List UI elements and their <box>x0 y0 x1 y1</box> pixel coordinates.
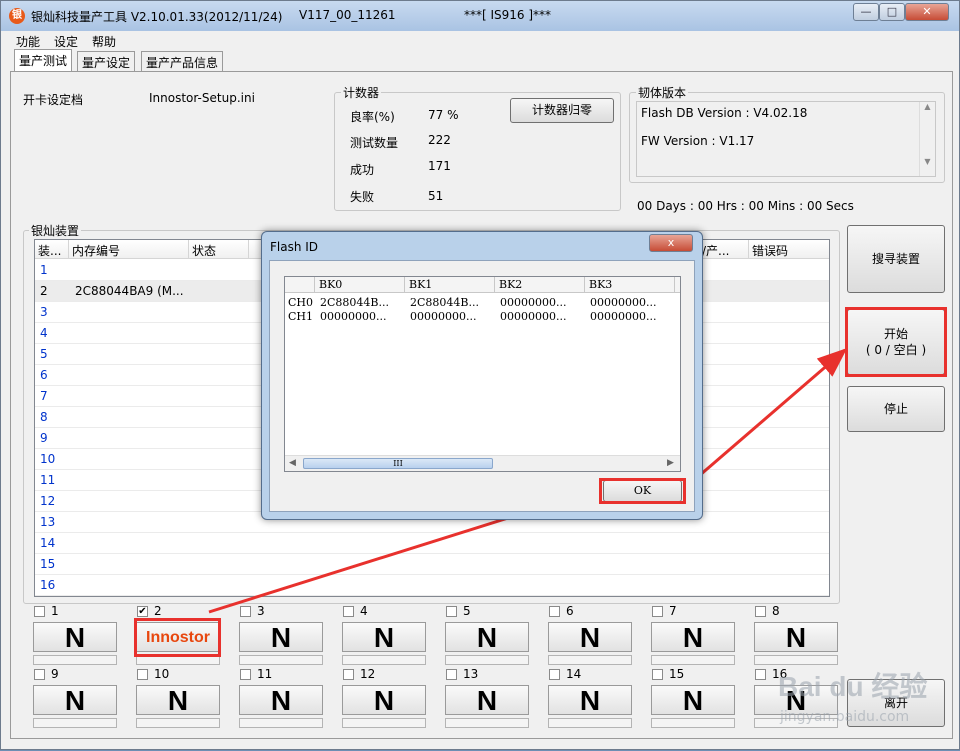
grid-col-bk1[interactable]: BK1 <box>405 277 495 293</box>
dialog-title: Flash ID <box>270 240 319 254</box>
grid-col-extra <box>675 277 680 293</box>
scroll-thumb[interactable]: III <box>303 458 493 469</box>
grid-corner <box>285 277 315 293</box>
grid-row-label: CH0 <box>288 296 314 309</box>
grid-cell: 00000000... <box>590 296 657 309</box>
watermark-brand: Bai du 经验 <box>778 671 928 702</box>
grid-row-label: CH1 <box>288 310 314 323</box>
scroll-right-icon[interactable]: ▶ <box>667 458 674 468</box>
arrow-to-start <box>684 348 848 490</box>
flash-id-dialog: Flash ID x BK0 BK1 BK2 BK3 CH0 2C88044B.… <box>261 231 703 520</box>
grid-col-bk3[interactable]: BK3 <box>585 277 675 293</box>
main-window: 银 银灿科技量产工具 V2.10.01.33(2012/11/24) V117_… <box>0 0 960 750</box>
dialog-body: BK0 BK1 BK2 BK3 CH0 2C88044B... 2C88044B… <box>269 260 695 512</box>
scroll-left-icon[interactable]: ◀ <box>289 458 296 468</box>
grid-col-bk2[interactable]: BK2 <box>495 277 585 293</box>
grid-cell: 00000000... <box>500 296 567 309</box>
flash-id-grid[interactable]: BK0 BK1 BK2 BK3 CH0 2C88044B... 2C88044B… <box>284 276 681 472</box>
grid-cell: 00000000... <box>500 310 567 323</box>
grid-cell: 2C88044B... <box>410 296 479 309</box>
baidu-watermark: Bai du 经验 jingyan.baidu.com <box>738 653 938 733</box>
grid-col-bk0[interactable]: BK0 <box>315 277 405 293</box>
grid-cell: 00000000... <box>410 310 477 323</box>
grid-cell: 2C88044B... <box>320 296 389 309</box>
dialog-close-icon[interactable]: x <box>649 234 693 252</box>
ok-highlight <box>599 478 686 504</box>
grid-cell: 00000000... <box>320 310 387 323</box>
watermark-url: jingyan.baidu.com <box>780 709 910 725</box>
grid-hscrollbar[interactable]: ◀ III ▶ <box>285 455 680 471</box>
grid-cell: 00000000... <box>590 310 657 323</box>
